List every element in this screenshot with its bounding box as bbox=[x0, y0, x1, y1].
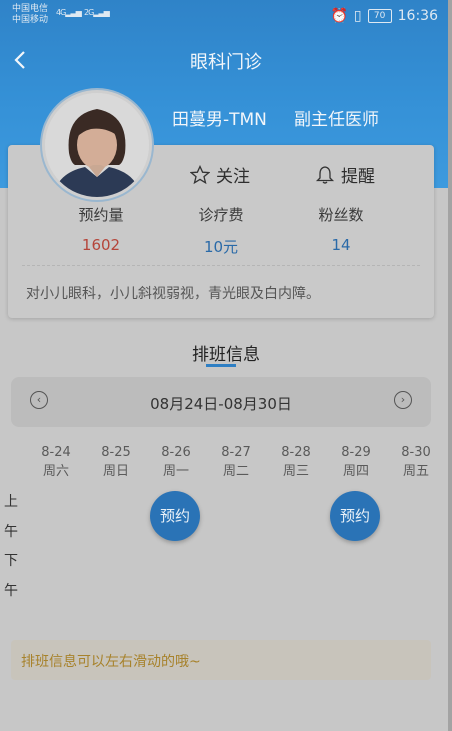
row-label-morning: 上午 bbox=[4, 494, 18, 540]
stat-value-fee: 10元 bbox=[203, 238, 239, 256]
chevron-right-icon: › bbox=[400, 393, 406, 406]
page-title: 眼科门诊 bbox=[190, 52, 262, 73]
stat-label-fee: 诊疗费 bbox=[198, 206, 244, 224]
carrier-2: 中国移动 bbox=[12, 15, 49, 25]
doctor-title: 副主任医师 bbox=[294, 110, 379, 130]
scrollbar-edge bbox=[448, 0, 452, 731]
stat-value-appointments: 1602 bbox=[81, 236, 121, 254]
follow-button[interactable]: 关注 bbox=[190, 162, 250, 187]
remind-label: 提醒 bbox=[341, 167, 375, 187]
day-column-header: 8-29 周四 bbox=[341, 445, 371, 479]
battery-icon: 70 bbox=[367, 9, 392, 23]
swipe-tip-text: 排班信息可以左右滑动的哦~ bbox=[21, 654, 201, 670]
vibrate-icon: ▯ bbox=[353, 8, 362, 24]
card-divider bbox=[22, 265, 420, 266]
status-right: ⏰ ▯ 70 16:36 bbox=[330, 8, 438, 24]
next-week-button[interactable]: › bbox=[394, 391, 412, 409]
day-column-header: 8-25 周日 bbox=[101, 445, 131, 479]
signal-icon-1: 4G▂▃▅ bbox=[56, 8, 82, 17]
star-icon bbox=[190, 164, 210, 184]
week-selector: ‹ 08月24日-08月30日 › bbox=[11, 377, 431, 427]
doctor-description: 对小儿眼科，小儿斜视弱视，青光眼及白内障。 bbox=[26, 286, 320, 302]
alarm-icon: ⏰ bbox=[330, 8, 348, 24]
week-range: 08月24日-08月30日 bbox=[150, 395, 292, 413]
carrier-1: 中国电信 bbox=[12, 4, 49, 14]
day-column-header: 8-28 周三 bbox=[281, 445, 311, 479]
status-bar: 中国电信 中国移动 4G▂▃▅ 2G▂▃▅ ⏰ ▯ 70 16:36 bbox=[0, 0, 452, 32]
stat-value-fans: 14 bbox=[331, 236, 351, 254]
book-button-8-29-morning[interactable]: 预约 bbox=[330, 491, 380, 541]
schedule-title: 排班信息 bbox=[192, 345, 260, 365]
day-column-header: 8-30 周五 bbox=[401, 445, 431, 479]
day-column-header: 8-26 周一 bbox=[161, 445, 191, 479]
carrier-info: 中国电信 中国移动 bbox=[12, 4, 48, 26]
doctor-name: 田蔓男-TMN bbox=[172, 110, 267, 130]
schedule-title-underline bbox=[206, 364, 236, 367]
book-button-8-26-morning[interactable]: 预约 bbox=[150, 491, 200, 541]
doctor-avatar bbox=[42, 90, 152, 200]
day-column-header: 8-24 周六 bbox=[41, 445, 71, 479]
stat-label-fans: 粉丝数 bbox=[318, 206, 364, 224]
stat-label-appointments: 预约量 bbox=[78, 206, 124, 224]
remind-button[interactable]: 提醒 bbox=[315, 162, 375, 187]
day-column-header: 8-27 周二 bbox=[221, 445, 251, 479]
follow-label: 关注 bbox=[216, 167, 250, 187]
clock: 16:36 bbox=[397, 8, 438, 24]
row-label-afternoon: 下午 bbox=[4, 553, 18, 599]
bell-icon bbox=[315, 165, 335, 184]
signal-icon-2: 2G▂▃▅ bbox=[84, 8, 110, 17]
swipe-tip-banner: 排班信息可以左右滑动的哦~ bbox=[11, 640, 431, 680]
